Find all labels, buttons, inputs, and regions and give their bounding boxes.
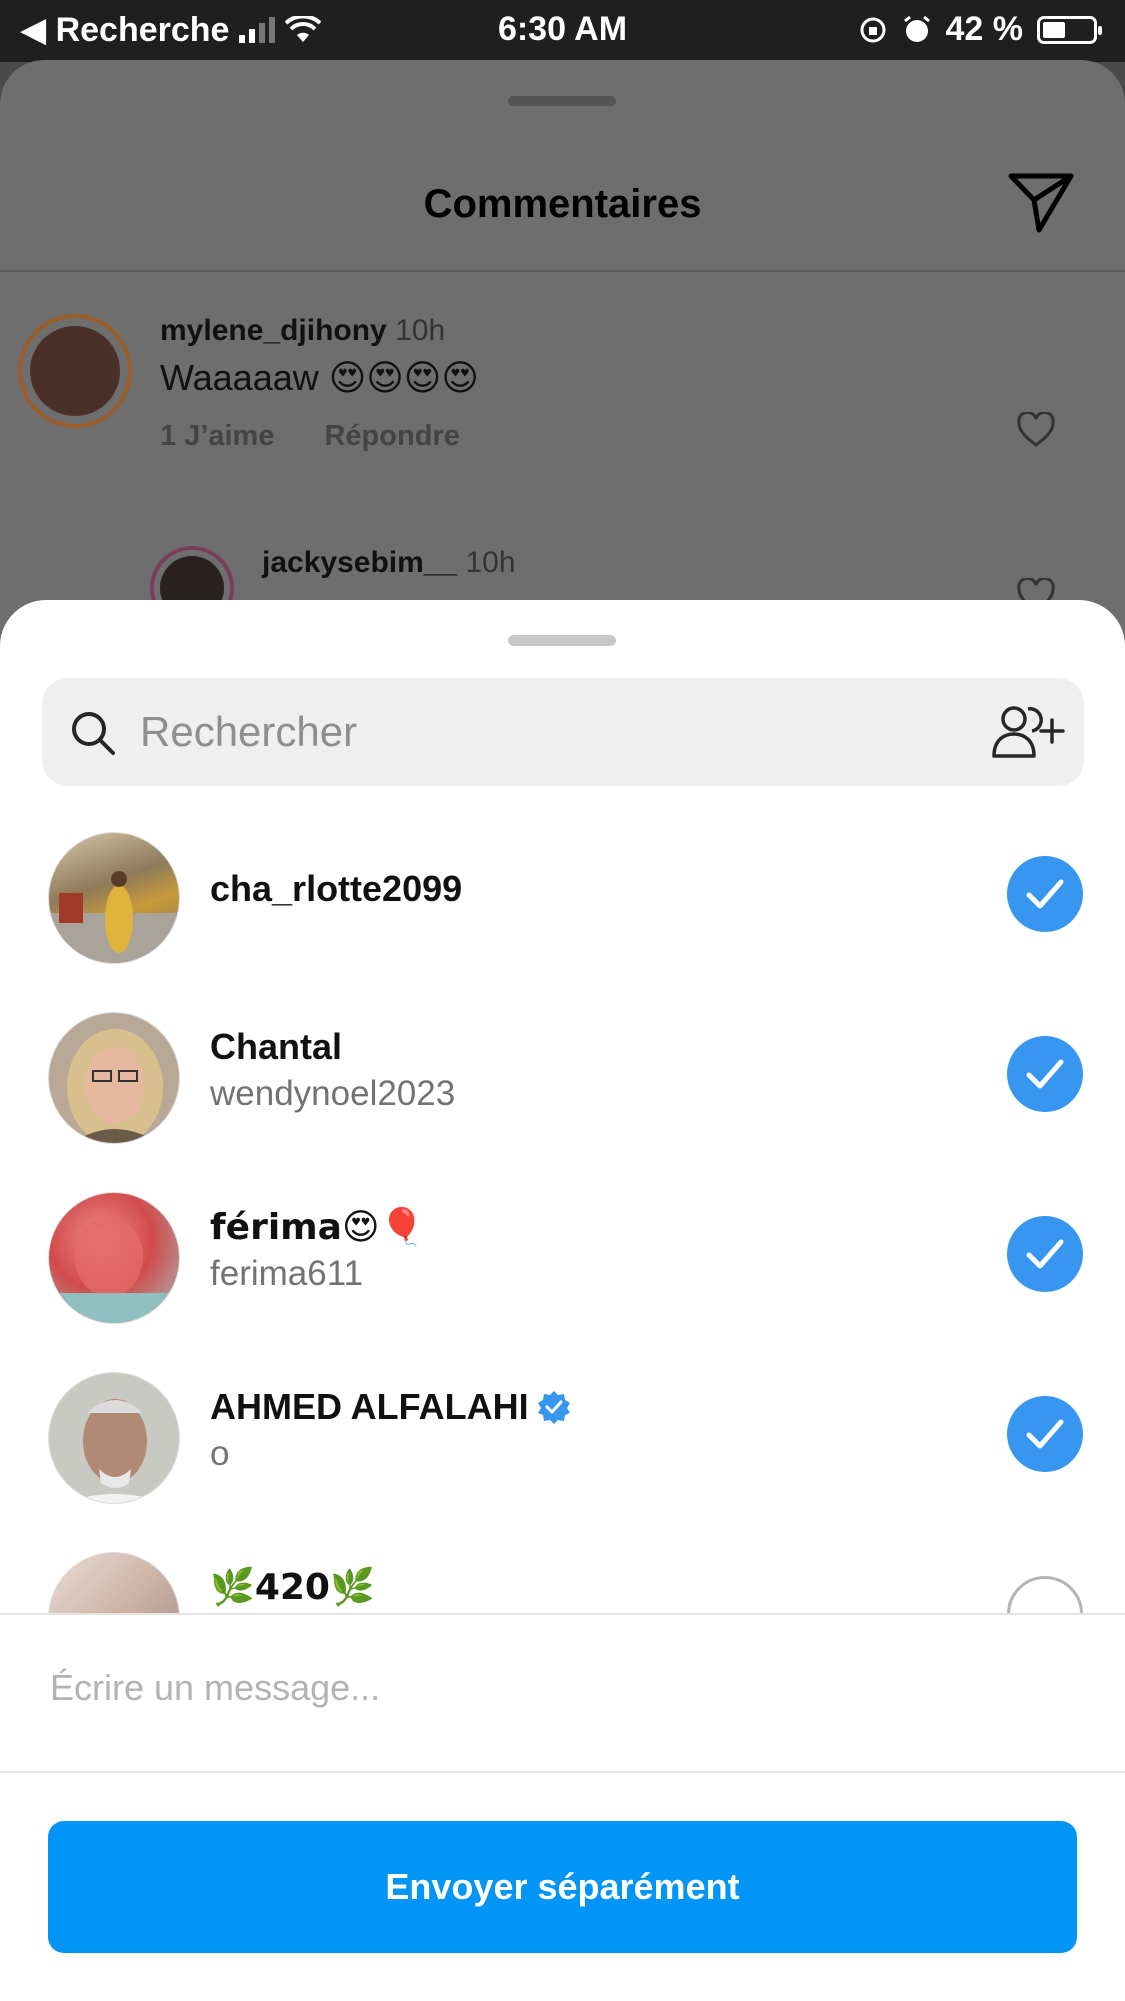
- avatar-photo: [30, 326, 120, 416]
- comment-likes[interactable]: 1 J’aime: [160, 420, 274, 452]
- recipient-row[interactable]: Chantal wendynoel2023: [0, 1000, 1125, 1180]
- checkmark-icon: [1026, 879, 1064, 909]
- recipient-row[interactable]: AHMED ALFALAHI o: [0, 1360, 1125, 1540]
- comment-age: 10h: [395, 314, 446, 347]
- share-sheet: cha_rlotte2099 Chantal wendynoel2023: [0, 600, 1125, 2001]
- avatar: [48, 1372, 180, 1504]
- recipient-row[interactable]: cha_rlotte2099: [0, 820, 1125, 1000]
- selected-checkmark[interactable]: [1007, 1216, 1083, 1292]
- recipient-names: férima😍🎈 ferima611: [210, 1206, 424, 1294]
- status-bar: ◀ Recherche 6:30 AM 42 %: [0, 0, 1125, 62]
- verified-badge-icon: [537, 1391, 570, 1424]
- recipient-display-name: cha_rlotte2099: [210, 868, 463, 909]
- orientation-lock-icon: [860, 17, 885, 42]
- comment-actions: 1 J’aime Répondre: [160, 420, 460, 453]
- message-compose-area: [0, 1613, 1125, 1773]
- comment-username[interactable]: mylene_djihony 10h: [160, 314, 445, 348]
- recipient-names: cha_rlotte2099: [210, 868, 462, 910]
- alarm-icon: [903, 15, 930, 42]
- avatar-photo: [49, 1217, 179, 1323]
- avatar-photo: [49, 871, 179, 963]
- share-sheet-grabber[interactable]: [508, 635, 616, 646]
- reply-button[interactable]: Répondre: [324, 420, 459, 452]
- search-bar[interactable]: [42, 678, 1084, 786]
- avatar: [48, 1552, 180, 1613]
- paper-plane-icon[interactable]: [1007, 172, 1075, 234]
- recipient-row[interactable]: férima😍🎈 ferima611: [0, 1180, 1125, 1360]
- send-separately-button[interactable]: Envoyer séparément: [48, 1821, 1077, 1953]
- search-input[interactable]: [140, 698, 960, 766]
- comment-username[interactable]: jackysebim__ 10h: [262, 546, 516, 580]
- recipient-names: 🌿420🌿: [210, 1566, 375, 1608]
- avatar: [48, 832, 180, 964]
- recipient-names: AHMED ALFALAHI o: [210, 1386, 571, 1474]
- recipient-list[interactable]: cha_rlotte2099 Chantal wendynoel2023 fér…: [0, 818, 1125, 1613]
- recipient-row[interactable]: 🌿420🌿: [0, 1540, 1125, 1613]
- comment-age: 10h: [465, 546, 516, 579]
- heart-icon[interactable]: [1016, 412, 1056, 448]
- comments-title: Commentaires: [423, 182, 702, 226]
- recipient-name-line: AHMED ALFALAHI: [210, 1386, 571, 1428]
- recipient-display-name: 🌿420🌿: [210, 1567, 375, 1608]
- recipient-username: ferima611: [210, 1254, 364, 1293]
- avatar-photo: [67, 1029, 163, 1143]
- comments-header: Commentaires: [0, 60, 1125, 272]
- selected-checkmark[interactable]: [1007, 1036, 1083, 1112]
- comment-text: Waaaaaw 😍😍😍😍: [160, 357, 479, 398]
- recipient-username: o: [210, 1434, 230, 1473]
- comment-username-text: mylene_djihony: [160, 314, 387, 347]
- search-icon: [72, 712, 115, 755]
- selected-checkmark[interactable]: [1007, 856, 1083, 932]
- unselected-checkbox[interactable]: [1007, 1576, 1083, 1613]
- recipient-display-name: férima😍🎈: [210, 1207, 425, 1248]
- battery-percent: 42 %: [945, 10, 1024, 48]
- checkmark-icon: [1026, 1419, 1064, 1449]
- recipient-names: Chantal wendynoel2023: [210, 1026, 455, 1114]
- avatar-photo: [64, 1399, 166, 1503]
- recipient-display-name: Chantal: [210, 1026, 343, 1067]
- avatar: [48, 1192, 180, 1324]
- battery-icon: [1037, 15, 1102, 44]
- status-right: 42 %: [858, 10, 1102, 49]
- selected-checkmark[interactable]: [1007, 1396, 1083, 1472]
- recipient-username: wendynoel2023: [210, 1074, 456, 1113]
- add-people-icon[interactable]: [990, 702, 1066, 762]
- comment-username-text: jackysebim__: [262, 546, 458, 579]
- checkmark-icon: [1026, 1059, 1064, 1089]
- message-input[interactable]: [50, 1653, 1070, 1723]
- checkmark-icon: [1026, 1239, 1064, 1269]
- avatar: [48, 1012, 180, 1144]
- recipient-display-name: AHMED ALFALAHI: [210, 1386, 529, 1427]
